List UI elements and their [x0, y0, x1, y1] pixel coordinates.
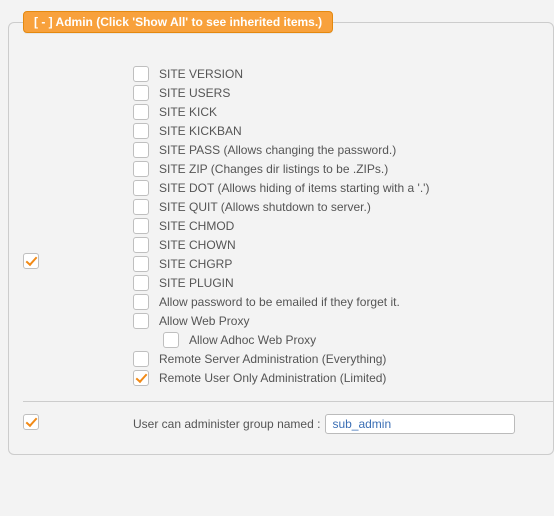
permission-label: SITE CHMOD: [159, 218, 234, 234]
permission-item: SITE QUIT (Allows shutdown to server.): [133, 199, 553, 215]
permission-item: Remote Server Administration (Everything…: [133, 351, 553, 367]
permission-label: SITE KICKBAN: [159, 123, 242, 139]
master-col: [23, 63, 133, 269]
permission-item: SITE ZIP (Changes dir listings to be .ZI…: [133, 161, 553, 177]
group-master-col: [23, 414, 133, 430]
permission-checkbox[interactable]: [133, 161, 149, 177]
permission-label: SITE PLUGIN: [159, 275, 234, 291]
permission-item: Allow Adhoc Web Proxy: [163, 332, 553, 348]
permission-checkbox[interactable]: [133, 256, 149, 272]
permission-checkbox[interactable]: [133, 199, 149, 215]
permission-checkbox[interactable]: [133, 294, 149, 310]
group-field: User can administer group named :: [133, 414, 515, 434]
permission-item: SITE KICKBAN: [133, 123, 553, 139]
permission-checkbox[interactable]: [133, 370, 149, 386]
permission-item: SITE DOT (Allows hiding of items startin…: [133, 180, 553, 196]
section-legend[interactable]: [ - ] Admin (Click 'Show All' to see inh…: [23, 11, 333, 33]
permission-item: Allow password to be emailed if they for…: [133, 294, 553, 310]
group-label: User can administer group named :: [133, 417, 320, 431]
permission-item: SITE KICK: [133, 104, 553, 120]
permission-item: SITE PLUGIN: [133, 275, 553, 291]
permissions-list: SITE VERSION SITE USERS SITE KICK SITE KICK…: [133, 63, 553, 389]
permission-label: SITE ZIP (Changes dir listings to be .ZI…: [159, 161, 388, 177]
permission-checkbox[interactable]: [133, 123, 149, 139]
permission-label: SITE CHGRP: [159, 256, 232, 272]
permission-checkbox[interactable]: [133, 351, 149, 367]
permission-item: SITE CHMOD: [133, 218, 553, 234]
group-admin-row: User can administer group named :: [23, 401, 553, 436]
permission-checkbox[interactable]: [133, 237, 149, 253]
permission-label: SITE USERS: [159, 85, 230, 101]
permission-label: SITE KICK: [159, 104, 217, 120]
permission-checkbox[interactable]: [133, 142, 149, 158]
permission-label: SITE PASS (Allows changing the password.…: [159, 142, 396, 158]
permission-checkbox[interactable]: [133, 275, 149, 291]
permission-label: Allow password to be emailed if they for…: [159, 294, 400, 310]
permission-item: SITE CHGRP: [133, 256, 553, 272]
permission-label: Remote User Only Administration (Limited…: [159, 370, 386, 386]
group-master-checkbox[interactable]: [23, 414, 39, 430]
master-checkbox[interactable]: [23, 253, 39, 269]
group-name-input[interactable]: [325, 414, 515, 434]
permission-checkbox[interactable]: [133, 85, 149, 101]
permission-checkbox[interactable]: [133, 180, 149, 196]
permission-label: SITE DOT (Allows hiding of items startin…: [159, 180, 429, 196]
permission-item: SITE CHOWN: [133, 237, 553, 253]
admin-section: [ - ] Admin (Click 'Show All' to see inh…: [8, 22, 554, 455]
permission-item: SITE USERS: [133, 85, 553, 101]
permission-checkbox[interactable]: [133, 66, 149, 82]
permission-label: Allow Web Proxy: [159, 313, 249, 329]
permission-label: Allow Adhoc Web Proxy: [189, 332, 316, 348]
permission-item: Allow Web Proxy: [133, 313, 553, 329]
permission-label: SITE CHOWN: [159, 237, 236, 253]
permission-label: SITE VERSION: [159, 66, 243, 82]
permission-checkbox[interactable]: [133, 218, 149, 234]
permission-item: SITE VERSION: [133, 66, 553, 82]
permission-checkbox[interactable]: [163, 332, 179, 348]
permission-item: SITE PASS (Allows changing the password.…: [133, 142, 553, 158]
permissions-row: SITE VERSION SITE USERS SITE KICK SITE KICK…: [23, 63, 553, 389]
permission-label: SITE QUIT (Allows shutdown to server.): [159, 199, 371, 215]
permission-checkbox[interactable]: [133, 313, 149, 329]
permission-checkbox[interactable]: [133, 104, 149, 120]
permission-label: Remote Server Administration (Everything…: [159, 351, 386, 367]
permission-item: Remote User Only Administration (Limited…: [133, 370, 553, 386]
section-legend-text: [ - ] Admin (Click 'Show All' to see inh…: [34, 15, 322, 29]
